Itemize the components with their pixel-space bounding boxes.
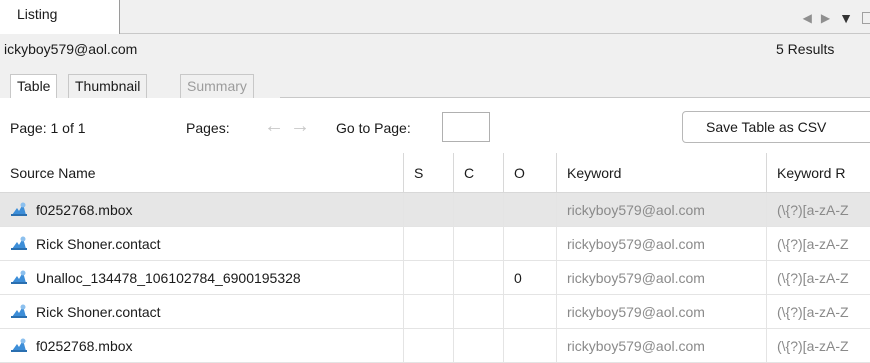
goto-page-input[interactable]	[442, 112, 490, 142]
cell-keyword: rickyboy579@aol.com	[557, 261, 767, 295]
source-name-text: f0252768.mbox	[36, 202, 133, 218]
cell-keyword-regex: (\{?)[a-zA-Z	[767, 295, 870, 329]
file-result-icon	[11, 270, 27, 284]
save-table-csv-button[interactable]: Save Table as CSV	[682, 111, 870, 143]
cell-keyword: rickyboy579@aol.com	[557, 295, 767, 329]
page-indicator: Page: 1 of 1	[10, 120, 86, 136]
cell-s	[404, 193, 454, 227]
pages-label: Pages:	[186, 120, 230, 136]
source-name-text: Rick Shoner.contact	[36, 236, 161, 252]
cell-source-name: Rick Shoner.contact	[0, 227, 404, 261]
tab-thumbnail-label: Thumbnail	[75, 78, 141, 94]
cell-o: 0	[504, 261, 557, 295]
cell-o	[504, 329, 557, 363]
cell-source-name: Rick Shoner.contact	[0, 295, 404, 329]
cell-keyword: rickyboy579@aol.com	[557, 329, 767, 363]
next-page-icon[interactable]: →	[290, 115, 310, 138]
results-table: Source Name S C O Keyword Keyword R f025…	[0, 153, 870, 363]
view-tabs: Table Thumbnail Summary	[0, 66, 870, 99]
source-name-text: f0252768.mbox	[36, 338, 133, 354]
source-name-text: Unalloc_134478_106102784_6900195328	[36, 270, 301, 286]
query-info-bar: ickyboy579@aol.com 5 Results	[0, 36, 870, 66]
table-row[interactable]: f0252768.mbox rickyboy579@aol.com (\{?)[…	[0, 329, 870, 363]
cell-keyword: rickyboy579@aol.com	[557, 193, 767, 227]
tab-bar: Listing ◀ ▶ ▼	[0, 0, 870, 36]
tab-listing[interactable]: Listing	[0, 0, 120, 34]
column-header-c[interactable]: C	[454, 153, 504, 193]
cell-keyword: rickyboy579@aol.com	[557, 227, 767, 261]
file-result-icon	[11, 304, 27, 318]
cell-s	[404, 261, 454, 295]
cell-s	[404, 295, 454, 329]
cell-source-name: Unalloc_134478_106102784_6900195328	[0, 261, 404, 295]
cell-s	[404, 227, 454, 261]
table-row[interactable]: Rick Shoner.contact rickyboy579@aol.com …	[0, 227, 870, 261]
column-header-s[interactable]: S	[404, 153, 454, 193]
table-header: Source Name S C O Keyword Keyword R	[0, 153, 870, 193]
tab-list-chevron-down-icon[interactable]: ▼	[839, 10, 853, 26]
previous-page-icon[interactable]: ←	[264, 115, 284, 138]
column-header-keyword[interactable]: Keyword	[557, 153, 767, 193]
cell-keyword-regex: (\{?)[a-zA-Z	[767, 329, 870, 363]
cell-c	[454, 329, 504, 363]
query-label: ickyboy579@aol.com	[4, 41, 138, 57]
cell-c	[454, 261, 504, 295]
tab-bar-divider	[120, 33, 870, 34]
tab-table[interactable]: Table	[10, 74, 58, 99]
scroll-left-icon[interactable]: ◀	[803, 11, 812, 25]
file-result-icon	[11, 236, 27, 250]
maximize-icon[interactable]	[862, 12, 870, 24]
paging-toolbar: Page: 1 of 1 Pages: ← → Go to Page: Save…	[0, 98, 870, 153]
scroll-right-icon[interactable]: ▶	[821, 11, 830, 25]
table-row[interactable]: Unalloc_134478_106102784_6900195328 0 ri…	[0, 261, 870, 295]
tab-controls: ◀ ▶ ▼	[803, 10, 870, 26]
cell-keyword-regex: (\{?)[a-zA-Z	[767, 227, 870, 261]
table-row[interactable]: f0252768.mbox rickyboy579@aol.com (\{?)[…	[0, 193, 870, 227]
tab-thumbnail[interactable]: Thumbnail	[68, 74, 148, 98]
tab-summary: Summary	[180, 74, 254, 98]
tab-listing-label: Listing	[17, 6, 58, 22]
tab-summary-label: Summary	[187, 78, 247, 94]
source-name-text: Rick Shoner.contact	[36, 304, 161, 320]
cell-c	[454, 295, 504, 329]
cell-o	[504, 295, 557, 329]
tab-table-label: Table	[17, 78, 51, 94]
cell-s	[404, 329, 454, 363]
cell-c	[454, 193, 504, 227]
file-result-icon	[11, 338, 27, 352]
cell-o	[504, 193, 557, 227]
column-header-o[interactable]: O	[504, 153, 557, 193]
cell-source-name: f0252768.mbox	[0, 329, 404, 363]
cell-c	[454, 227, 504, 261]
cell-o	[504, 227, 557, 261]
cell-keyword-regex: (\{?)[a-zA-Z	[767, 261, 870, 295]
table-row[interactable]: Rick Shoner.contact rickyboy579@aol.com …	[0, 295, 870, 329]
file-result-icon	[11, 202, 27, 216]
column-header-keyword-regex[interactable]: Keyword R	[767, 153, 870, 193]
cell-source-name: f0252768.mbox	[0, 193, 404, 227]
column-header-source-name[interactable]: Source Name	[0, 153, 404, 193]
result-count: 5 Results	[776, 41, 835, 57]
cell-keyword-regex: (\{?)[a-zA-Z	[767, 193, 870, 227]
goto-page-label: Go to Page:	[336, 120, 411, 136]
